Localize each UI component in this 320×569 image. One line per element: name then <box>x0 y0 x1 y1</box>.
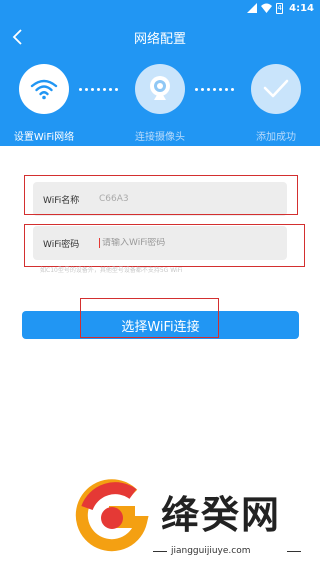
watermark-logo-icon <box>75 479 149 552</box>
wifi-status-icon <box>261 3 273 13</box>
highlight-box-password <box>24 224 305 267</box>
status-bar: 4 4:14 <box>0 0 320 16</box>
wifi-hint: 如C10型号的设备外，其他型号设备都不支持5G WiFi <box>40 267 183 274</box>
watermark-text: 绛癸网 <box>161 493 282 537</box>
watermark-url: jiangguijiuye.com <box>171 546 251 556</box>
step-circle <box>251 64 301 114</box>
watermark-divider <box>153 551 167 552</box>
step-circle <box>19 64 69 114</box>
highlight-box-name <box>24 175 298 215</box>
battery-icon: 4 <box>276 2 284 14</box>
step-label: 连接摄像头 <box>135 132 185 143</box>
wifi-icon <box>30 79 58 100</box>
step-circle <box>135 64 185 114</box>
step-connect-camera: 连接摄像头 <box>110 64 210 143</box>
watermark-divider <box>287 551 301 552</box>
header: 网络配置 设置WiFi网络 连接摄像头 添加成功 <box>0 16 320 146</box>
watermark: 绛癸网 jiangguijiuye.com <box>75 478 305 568</box>
camera-icon <box>150 76 170 100</box>
step-label: 添加成功 <box>256 132 296 143</box>
step-added-success: 添加成功 <box>226 64 320 143</box>
battery-level: 4 <box>277 3 282 12</box>
status-time: 4:14 <box>289 2 314 14</box>
checkmark-icon <box>263 79 289 98</box>
page-title: 网络配置 <box>133 32 186 47</box>
step-setup-wifi: 设置WiFi网络 <box>0 64 94 143</box>
status-icons: 4 4:14 <box>247 1 314 15</box>
step-label: 设置WiFi网络 <box>13 132 75 143</box>
signal-icon <box>247 3 258 13</box>
highlight-box-button <box>80 298 219 338</box>
